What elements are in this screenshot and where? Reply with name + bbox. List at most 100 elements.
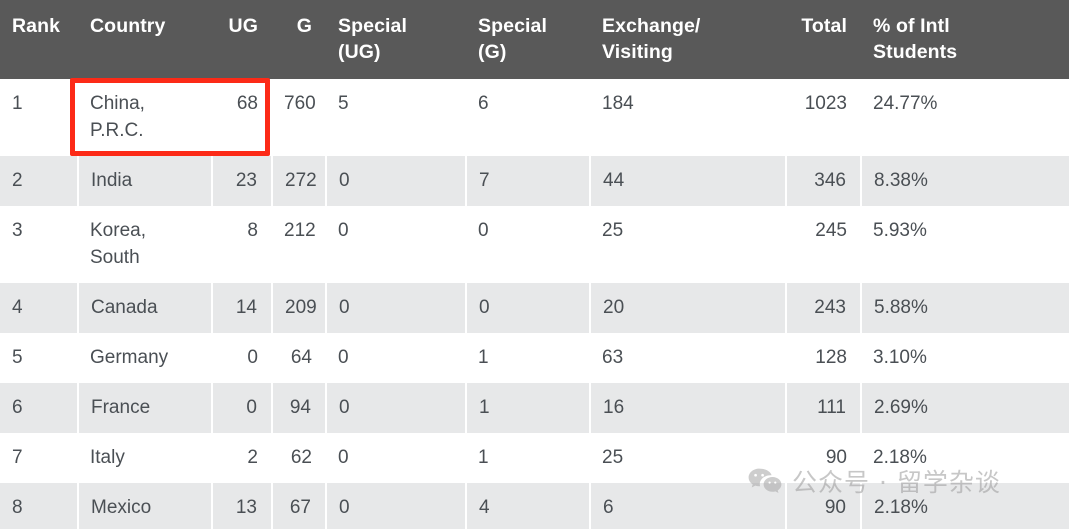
cell-pct-intl: 24.77%	[861, 79, 1069, 156]
cell-pct-intl: 2.69%	[860, 383, 1069, 433]
cell-pct-intl: 2.18%	[860, 483, 1069, 529]
cell-g: 62	[272, 433, 326, 483]
cell-special-g: 1	[466, 333, 590, 383]
cell-country: Mexico	[77, 483, 212, 529]
cell-pct-intl: 5.88%	[860, 283, 1069, 333]
cell-total: 245	[786, 206, 861, 283]
column-header-ug[interactable]: UG	[212, 0, 272, 79]
column-header-special-ug-line2: (UG)	[338, 41, 381, 63]
column-header-pct-line1: % of Intl	[873, 15, 950, 37]
table-row[interactable]: 6 France 0 94 0 1 16 111 2.69%	[0, 383, 1069, 433]
cell-special-ug: 5	[326, 79, 466, 156]
cell-pct-intl: 5.93%	[861, 206, 1069, 283]
column-header-exchange-line2: Visiting	[602, 41, 673, 63]
table-row[interactable]: 4 Canada 14 209 0 0 20 243 5.88%	[0, 283, 1069, 333]
table-row[interactable]: 5 Germany 0 64 0 1 63 128 3.10%	[0, 333, 1069, 383]
cell-g: 272	[271, 156, 326, 206]
cell-exchange-visiting: 25	[590, 206, 786, 283]
cell-special-ug: 0	[325, 156, 466, 206]
cell-country: France	[77, 383, 212, 433]
cell-special-g: 1	[466, 433, 590, 483]
column-header-special-ug-line1: Special	[338, 15, 407, 37]
table-header: Rank Country UG G Special (UG) Special (…	[0, 0, 1069, 79]
column-header-exchange-line1: Exchange/	[602, 15, 701, 37]
table-row[interactable]: 1 China, P.R.C. 68 760 5 6 184 1023 24.77%	[0, 79, 1069, 156]
cell-ug: 8	[212, 206, 272, 283]
cell-rank: 8	[0, 483, 78, 529]
cell-special-ug: 0	[326, 333, 466, 383]
international-students-table: Rank Country UG G Special (UG) Special (…	[0, 0, 1069, 529]
cell-pct-intl: 8.38%	[860, 156, 1069, 206]
cell-g: 212	[272, 206, 326, 283]
column-header-special-g[interactable]: Special (G)	[466, 0, 590, 79]
table-row[interactable]: 2 India 23 272 0 7 44 346 8.38%	[0, 156, 1069, 206]
cell-total: 128	[786, 333, 861, 383]
cell-g: 209	[271, 283, 326, 333]
table-header-row: Rank Country UG G Special (UG) Special (…	[0, 0, 1069, 79]
table-body: 1 China, P.R.C. 68 760 5 6 184 1023 24.77% 2 India…	[0, 79, 1069, 529]
column-header-pct-line2: Students	[873, 41, 958, 63]
cell-rank: 5	[0, 333, 78, 383]
cell-ug: 0	[212, 333, 272, 383]
cell-g: 64	[272, 333, 326, 383]
cell-country: India	[77, 156, 212, 206]
column-header-special-g-line2: (G)	[478, 41, 507, 63]
cell-exchange-visiting: 20	[589, 283, 786, 333]
cell-ug: 2	[212, 433, 272, 483]
cell-pct-intl: 2.18%	[861, 433, 1069, 483]
cell-total: 90	[785, 483, 861, 529]
cell-rank: 7	[0, 433, 78, 483]
column-header-rank[interactable]: Rank	[0, 0, 78, 79]
cell-country: Korea, South	[78, 206, 212, 283]
column-header-exchange-visiting[interactable]: Exchange/ Visiting	[590, 0, 786, 79]
cell-exchange-visiting: 63	[590, 333, 786, 383]
cell-total: 243	[785, 283, 861, 333]
cell-special-g: 4	[465, 483, 590, 529]
cell-country: Italy	[78, 433, 212, 483]
cell-rank: 6	[0, 383, 78, 433]
cell-country: China, P.R.C.	[78, 79, 212, 156]
cell-ug: 0	[211, 383, 272, 433]
cell-total: 111	[785, 383, 861, 433]
table-row[interactable]: 7 Italy 2 62 0 1 25 90 2.18%	[0, 433, 1069, 483]
cell-ug: 14	[211, 283, 272, 333]
cell-rank: 2	[0, 156, 78, 206]
column-header-special-ug[interactable]: Special (UG)	[326, 0, 466, 79]
cell-rank: 1	[0, 79, 78, 156]
cell-ug: 13	[211, 483, 272, 529]
cell-special-g: 0	[466, 206, 590, 283]
cell-exchange-visiting: 16	[589, 383, 786, 433]
cell-country: Canada	[77, 283, 212, 333]
cell-ug: 68	[212, 79, 272, 156]
cell-rank: 3	[0, 206, 78, 283]
cell-total: 90	[786, 433, 861, 483]
cell-special-g: 0	[465, 283, 590, 333]
column-header-country[interactable]: Country	[78, 0, 212, 79]
column-header-special-g-line1: Special	[478, 15, 547, 37]
screenshot-root: Rank Country UG G Special (UG) Special (…	[0, 0, 1069, 529]
cell-pct-intl: 3.10%	[861, 333, 1069, 383]
table-row[interactable]: 8 Mexico 13 67 0 4 6 90 2.18%	[0, 483, 1069, 529]
cell-exchange-visiting: 184	[590, 79, 786, 156]
cell-g: 94	[271, 383, 326, 433]
cell-total: 346	[785, 156, 861, 206]
cell-exchange-visiting: 44	[589, 156, 786, 206]
column-header-total[interactable]: Total	[786, 0, 861, 79]
cell-total: 1023	[786, 79, 861, 156]
cell-special-g: 1	[465, 383, 590, 433]
cell-special-ug: 0	[325, 283, 466, 333]
cell-special-g: 6	[466, 79, 590, 156]
column-header-pct-intl-students[interactable]: % of Intl Students	[861, 0, 1069, 79]
cell-exchange-visiting: 25	[590, 433, 786, 483]
cell-ug: 23	[211, 156, 272, 206]
cell-special-g: 7	[465, 156, 590, 206]
cell-rank: 4	[0, 283, 78, 333]
cell-special-ug: 0	[326, 433, 466, 483]
cell-special-ug: 0	[325, 383, 466, 433]
cell-g: 67	[271, 483, 326, 529]
column-header-g[interactable]: G	[272, 0, 326, 79]
cell-special-ug: 0	[326, 206, 466, 283]
cell-g: 760	[272, 79, 326, 156]
cell-country: Germany	[78, 333, 212, 383]
table-row[interactable]: 3 Korea, South 8 212 0 0 25 245 5.93%	[0, 206, 1069, 283]
